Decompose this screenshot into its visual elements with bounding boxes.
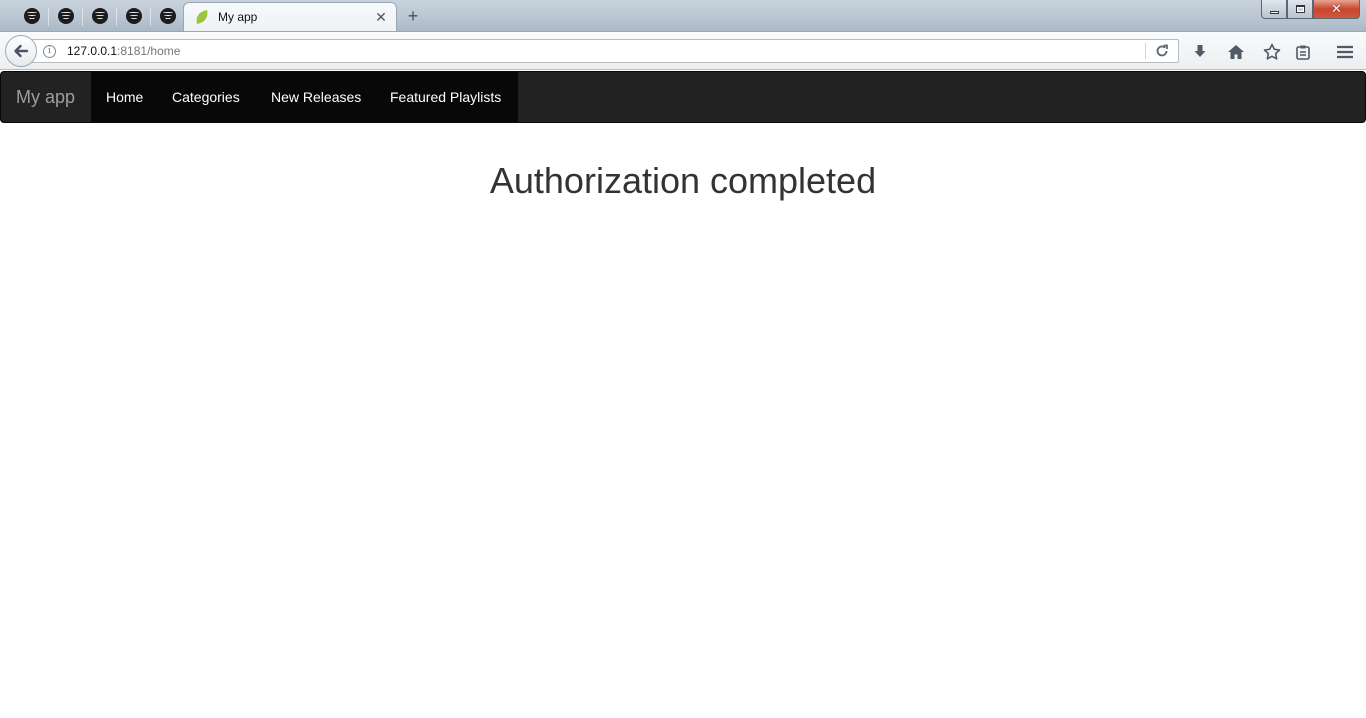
app-navbar: My app Home Categories New Releases Feat… [0, 71, 1366, 123]
spotify-icon [92, 8, 108, 24]
nav-item-featured-playlists[interactable]: Featured Playlists [390, 72, 501, 122]
maximize-button[interactable] [1287, 0, 1313, 19]
spotify-icon [24, 8, 40, 24]
reload-icon [1156, 44, 1168, 57]
pinned-tab-5[interactable] [151, 2, 185, 30]
window-controls: ✕ [1261, 0, 1360, 19]
pinned-tab-3[interactable] [83, 2, 117, 30]
nav-item-home[interactable]: Home [106, 72, 143, 122]
url-bar[interactable]: i 127.0.0.1:8181/home [30, 39, 1179, 63]
leaf-icon [194, 10, 210, 24]
reload-button[interactable] [1152, 42, 1172, 60]
browser-toolbar: i 127.0.0.1:8181/home [0, 31, 1366, 70]
active-tab[interactable]: My app ✕ [183, 2, 397, 31]
bookmark-button[interactable] [1261, 41, 1283, 63]
spotify-icon [160, 8, 176, 24]
close-window-button[interactable]: ✕ [1313, 0, 1360, 19]
navbar-brand[interactable]: My app [1, 72, 91, 122]
hamburger-menu-icon [1337, 45, 1353, 59]
spotify-icon [126, 8, 142, 24]
pinned-tab-2[interactable] [49, 2, 83, 30]
menu-button[interactable] [1334, 41, 1356, 63]
home-button[interactable] [1225, 41, 1247, 63]
star-icon [1263, 43, 1281, 60]
nav-item-new-releases[interactable]: New Releases [271, 72, 361, 122]
back-button[interactable] [5, 35, 37, 67]
home-icon [1228, 45, 1244, 59]
page-title: Authorization completed [489, 160, 877, 201]
new-tab-button[interactable]: + [402, 5, 424, 27]
spotify-icon [58, 8, 74, 24]
downloads-button[interactable] [1189, 41, 1211, 63]
minimize-button[interactable] [1261, 0, 1287, 19]
maximize-icon [1295, 5, 1305, 13]
reading-list-button[interactable] [1292, 41, 1314, 63]
tab-close-icon[interactable]: ✕ [370, 6, 392, 28]
pinned-tab-1[interactable] [15, 2, 49, 30]
navbar-links: Home Categories New Releases Featured Pl… [91, 72, 518, 122]
pinned-tab-4[interactable] [117, 2, 151, 30]
url-text[interactable]: 127.0.0.1:8181/home [67, 44, 180, 58]
info-icon[interactable]: i [43, 44, 56, 58]
download-icon [1194, 45, 1206, 57]
nav-item-categories[interactable]: Categories [172, 72, 240, 122]
arrow-left-icon [14, 44, 29, 58]
tab-title: My app [218, 10, 258, 24]
close-icon: ✕ [1331, 1, 1342, 16]
clipboard-icon [1296, 45, 1310, 60]
minimize-icon [1269, 10, 1279, 14]
browser-tab-strip: My app ✕ + ✕ [0, 0, 1366, 31]
